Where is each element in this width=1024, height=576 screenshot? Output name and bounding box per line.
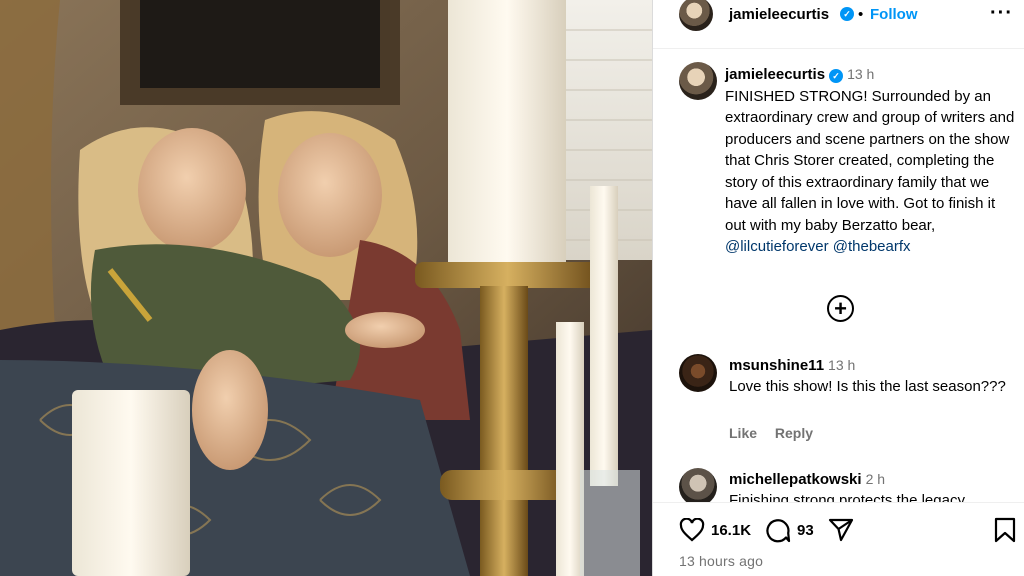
comment-time: 13 h [828,357,856,373]
post-panel: jamieleecurtis ✓ • Follow ··· jamieleecu… [652,0,1024,576]
commenter-avatar[interactable] [679,354,717,392]
comment-time: 2 h [865,471,886,487]
heart-icon[interactable] [679,518,705,542]
comment-username[interactable]: michellepatkowski [729,471,862,488]
caption-username[interactable]: jamieleecurtis [725,66,825,83]
author-avatar[interactable] [679,0,713,31]
post-photo[interactable] [0,0,652,576]
commenter-avatar[interactable] [679,468,717,502]
follow-button[interactable]: Follow [870,6,918,23]
like-count[interactable]: 16.1K [711,522,751,539]
bookmark-icon[interactable] [993,517,1017,543]
comment-icon[interactable] [765,517,791,543]
photo-illustration [0,0,652,576]
share-icon[interactable] [828,517,854,543]
reply-button[interactable]: Reply [775,425,813,441]
comment-text: Love this show! Is this the last season?… [729,378,1006,395]
caption-text: FINISHED STRONG! Surrounded by an extrao… [725,87,1015,234]
post-timestamp: 13 hours ago [679,553,764,569]
verified-badge-icon: ✓ [829,69,844,83]
add-comment-icon[interactable]: + [827,295,854,322]
comment-item: michellepatkowski 2 h Finishing strong pr… [679,468,1019,502]
comment-count[interactable]: 93 [797,522,814,539]
separator-dot: • [858,6,864,23]
post-header: jamieleecurtis ✓ • Follow ··· [653,0,1024,31]
mention-link[interactable]: @lilcutieforever [725,238,829,255]
caption-time: 13 h [847,66,875,82]
header-divider [653,48,1024,49]
author-username[interactable]: jamieleecurtis [729,6,829,23]
caption-avatar[interactable] [679,62,717,100]
post-actions-bar: 16.1K 93 13 hours ago [653,502,1024,576]
verified-badge-icon: ✓ [840,7,854,21]
more-options-icon[interactable]: ··· [990,2,1013,25]
comment-username[interactable]: msunshine11 [729,357,824,374]
like-comment-button[interactable]: Like [729,425,757,441]
comment-text: Finishing strong protects the legacy [729,492,965,502]
mention-link[interactable]: @thebearfx [833,238,911,255]
